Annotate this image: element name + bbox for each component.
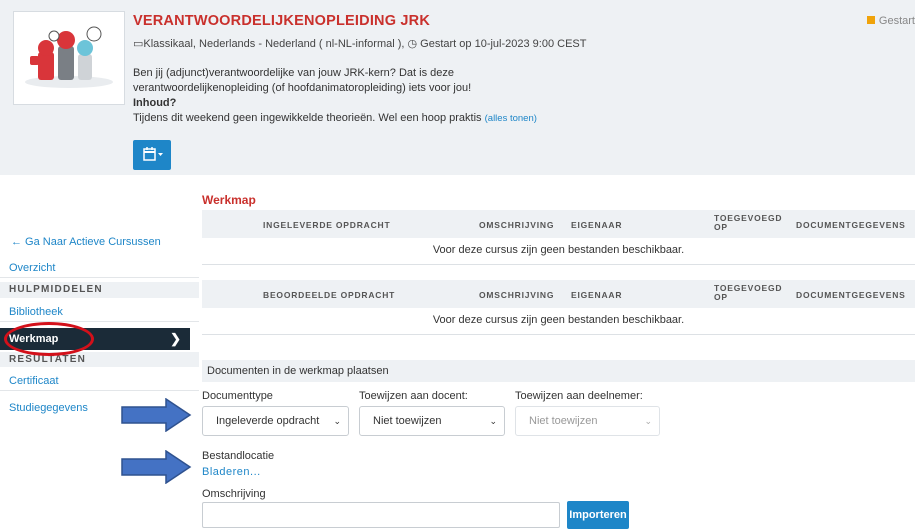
chevron-down-icon: ⌄ [333, 416, 341, 426]
classroom-icon: ▭ [133, 38, 144, 50]
chevron-down-icon: ⌄ [644, 416, 652, 426]
sidebar-item-certificaat[interactable]: Certificaat [0, 372, 199, 391]
page-title: Werkmap [202, 193, 256, 207]
calendar-dropdown-button[interactable] [133, 140, 171, 170]
document-type-select[interactable]: Ingeleverde opdracht ⌄ [202, 406, 349, 436]
col-header-owner[interactable]: EIGENAAR [571, 220, 622, 230]
submitted-table-header: INGELEVERDE OPDRACHT OMSCHRIJVING EIGENA… [202, 210, 915, 238]
annotation-arrow-right [121, 450, 192, 484]
browse-link[interactable]: Bladeren... [202, 466, 261, 478]
import-button[interactable]: Importeren [567, 501, 629, 529]
course-title: VERANTWOORDELIJKENOPLEIDING JRK [133, 13, 431, 29]
file-location-label: Bestandlocatie [202, 450, 275, 462]
graded-table-header: BEOORDEELDE OPDRACHT OMSCHRIJVING EIGENA… [202, 280, 915, 308]
highlight-circle [4, 322, 94, 356]
col-header-owner[interactable]: EIGENAAR [571, 290, 622, 300]
course-description: Ben jij (adjunct)verantwoordelijke van j… [133, 67, 537, 124]
annotation-arrow-right [121, 398, 192, 432]
upload-section-header: Documenten in de werkmap plaatsen [202, 360, 915, 382]
status-dot-icon [866, 16, 875, 24]
calendar-icon [143, 147, 163, 161]
course-meta: ▭Klassikaal, Nederlands - Nederland ( nl… [133, 38, 587, 50]
submitted-table-empty-message: Voor deze cursus zijn geen bestanden bes… [202, 242, 915, 265]
col-header-document-details: DOCUMENTGEGEVENS [796, 290, 906, 300]
chevron-down-icon: ⌄ [489, 416, 497, 426]
chevron-right-icon: ❯ [170, 331, 181, 346]
col-header-document-details: DOCUMENTGEGEVENS [796, 220, 906, 230]
back-to-active-courses-link[interactable]: ← Ga Naar Actieve Cursussen [0, 236, 161, 252]
col-header-assignment[interactable]: INGELEVERDE OPDRACHT [263, 220, 390, 230]
assign-participant-select[interactable]: Niet toewijzen ⌄ [515, 406, 660, 436]
assign-teacher-select[interactable]: Niet toewijzen ⌄ [359, 406, 505, 436]
sidebar-item-bibliotheek[interactable]: Bibliotheek [0, 303, 199, 322]
description-input[interactable] [202, 502, 560, 528]
description-label: Omschrijving [202, 488, 266, 500]
course-thumbnail [13, 11, 125, 105]
col-header-added-on[interactable]: TOEGEVOEGD OP [714, 214, 782, 232]
course-header: VERANTWOORDELIJKENOPLEIDING JRK ▭Klassik… [0, 0, 915, 175]
col-header-added-on[interactable]: TOEGEVOEGD OP [714, 284, 782, 302]
sidebar-item-overzicht[interactable]: Overzicht [0, 259, 199, 278]
graded-table-empty-message: Voor deze cursus zijn geen bestanden bes… [202, 312, 915, 335]
assign-participant-label: Toewijzen aan deelnemer: [515, 390, 643, 402]
col-header-description[interactable]: OMSCHRIJVING [479, 220, 554, 230]
show-all-link[interactable]: (alles tonen) [485, 113, 537, 124]
sidebar-section-hulpmiddelen: HULPMIDDELEN [0, 282, 199, 298]
col-header-assignment[interactable]: BEOORDEELDE OPDRACHT [263, 290, 395, 300]
col-header-description[interactable]: OMSCHRIJVING [479, 290, 554, 300]
assign-teacher-label: Toewijzen aan docent: [359, 390, 468, 402]
status-badge: Gestart [866, 15, 915, 27]
document-type-label: Documenttype [202, 390, 273, 402]
